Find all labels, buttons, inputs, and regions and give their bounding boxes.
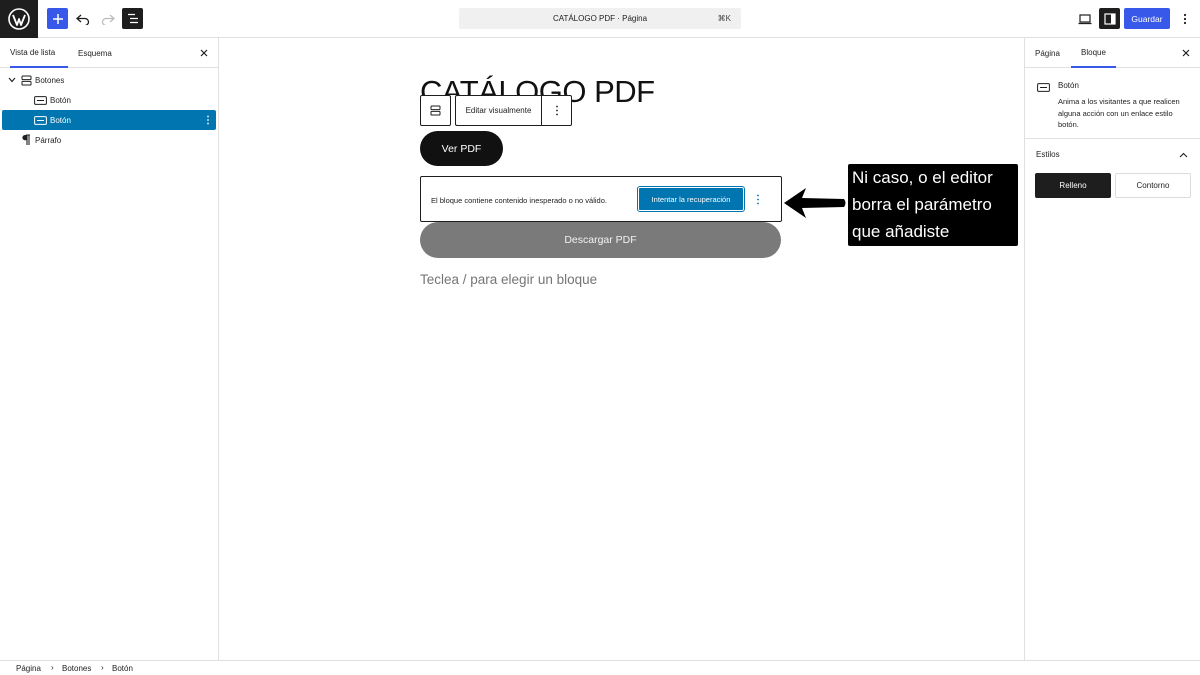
breadcrumb: Página › Botones › Botón <box>0 660 1200 675</box>
undo-button[interactable] <box>72 8 93 29</box>
breadcrumb-item: Botón <box>112 664 133 673</box>
command-palette-button[interactable]: CATÁLOGO PDF · Página ⌘K <box>459 8 741 29</box>
list-view-icon <box>127 13 138 24</box>
command-shortcut: ⌘K <box>717 14 731 23</box>
close-icon <box>200 49 208 57</box>
sidebar-icon <box>1103 12 1116 25</box>
save-button[interactable]: Guardar <box>1124 8 1170 29</box>
select-parent-button[interactable] <box>420 95 451 126</box>
wordpress-icon <box>8 8 30 30</box>
edit-visually-button[interactable]: Editar visualmente <box>455 95 541 126</box>
desktop-icon <box>1078 13 1092 24</box>
editor-header: CATÁLOGO PDF · Página ⌘K Guardar <box>0 0 1200 38</box>
annotation-line: borra el parámetro <box>852 195 992 214</box>
tab-outline[interactable]: Esquema <box>78 38 112 68</box>
block-options-button[interactable] <box>541 95 572 126</box>
chevron-up-icon[interactable] <box>1177 149 1189 161</box>
redo-button[interactable] <box>97 8 118 29</box>
command-title: CATÁLOGO PDF · Página <box>552 14 648 23</box>
annotation-arrow-icon <box>784 188 846 218</box>
settings-sidebar: Página Bloque Botón Anima a los visitant… <box>1024 38 1200 660</box>
wordpress-logo-button[interactable] <box>0 0 38 38</box>
more-vertical-icon <box>555 105 558 116</box>
tree-item-buttons[interactable]: Botones <box>2 70 216 90</box>
buttons-icon <box>430 105 441 116</box>
annotation-line: Ni caso, o el editor <box>852 168 993 187</box>
button-icon <box>33 113 47 127</box>
preview-device-button[interactable] <box>1075 9 1095 29</box>
editor-canvas: CATÁLOGO PDF Editar visualmente Ver PDF … <box>220 38 1024 660</box>
options-menu-button[interactable] <box>1176 8 1194 29</box>
annotation-line: que añadiste <box>852 222 950 241</box>
chevron-right-icon: › <box>51 663 54 672</box>
list-view-tabs: Vista de lista Esquema <box>0 38 219 68</box>
undo-icon <box>75 14 89 25</box>
warning-message: El bloque contiene contenido inesperado … <box>431 196 607 205</box>
document-overview-button[interactable] <box>122 8 143 29</box>
breadcrumb-item[interactable]: Botones <box>62 664 91 673</box>
block-card-description: Anima a los visitantes a que realicen al… <box>1058 97 1180 129</box>
close-settings-button[interactable] <box>1179 46 1193 60</box>
tab-list-view[interactable]: Vista de lista <box>10 38 68 68</box>
close-icon <box>1182 49 1190 57</box>
breadcrumb-item[interactable]: Página <box>16 664 41 673</box>
descargar-pdf-button[interactable]: Descargar PDF <box>420 222 781 258</box>
block-card: Botón Anima a los visitantes a que reali… <box>1025 68 1200 139</box>
button-icon <box>33 93 47 107</box>
tree-item-label: Botones <box>35 75 65 85</box>
plus-icon <box>52 13 63 24</box>
paragraph-icon <box>19 133 33 147</box>
tree-item-label: Botón <box>50 95 71 105</box>
more-vertical-icon <box>757 194 759 204</box>
buttons-icon <box>19 73 33 87</box>
block-invalid-warning: El bloque contiene contenido inesperado … <box>420 176 782 222</box>
list-view-panel: Vista de lista Esquema Botones Botón Bot… <box>0 38 219 660</box>
tab-page[interactable]: Página <box>1035 38 1060 68</box>
block-toolbar: Editar visualmente <box>420 95 572 126</box>
tree-item-paragraph[interactable]: Párrafo <box>2 130 216 150</box>
tree-item-label: Párrafo <box>35 135 62 145</box>
close-list-view-button[interactable] <box>197 46 211 60</box>
chevron-down-icon[interactable] <box>5 73 19 87</box>
settings-tabs: Página Bloque <box>1025 38 1200 68</box>
attempt-recovery-button[interactable]: Intentar la recuperación <box>637 186 745 212</box>
redo-icon <box>101 14 115 25</box>
tree-item-button[interactable]: Botón <box>2 90 216 110</box>
add-block-button[interactable] <box>47 8 68 29</box>
styles-panel: Estilos Relleno Contorno <box>1025 139 1200 209</box>
style-fill-option[interactable]: Relleno <box>1035 173 1111 198</box>
block-appender-placeholder[interactable]: Teclea / para elegir un bloque <box>420 272 597 287</box>
tab-block[interactable]: Bloque <box>1071 38 1116 68</box>
block-card-title: Botón <box>1058 81 1079 90</box>
tree-item-button-selected[interactable]: Botón <box>2 110 216 130</box>
chevron-right-icon: › <box>101 663 104 672</box>
warning-options-button[interactable] <box>755 192 761 206</box>
styles-panel-toggle[interactable]: Estilos <box>1036 150 1060 159</box>
more-vertical-icon <box>1183 13 1187 24</box>
button-icon <box>1036 80 1050 94</box>
ver-pdf-button[interactable]: Ver PDF <box>420 131 503 166</box>
style-outline-option[interactable]: Contorno <box>1115 173 1191 198</box>
more-vertical-icon[interactable] <box>206 114 210 126</box>
tree-item-label: Botón <box>50 115 71 125</box>
settings-toggle-button[interactable] <box>1099 8 1120 29</box>
annotation-callout: Ni caso, o el editor borra el parámetro … <box>848 164 1018 246</box>
